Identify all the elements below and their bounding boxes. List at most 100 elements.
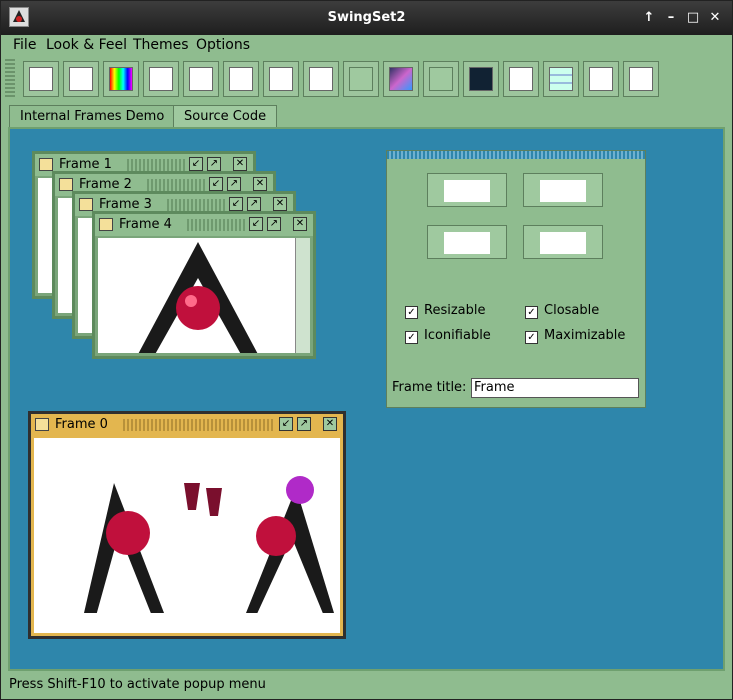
- frame-title: Frame 2: [79, 177, 132, 192]
- closable-checkbox[interactable]: ✓ Closable: [525, 303, 599, 319]
- frame-content: [98, 238, 310, 353]
- create-frame-duke-button[interactable]: [523, 173, 603, 207]
- duke-icon: [540, 180, 586, 202]
- menubar: File Look & Feel Themes Options: [1, 35, 732, 57]
- checkbox-check-icon: ✓: [525, 331, 538, 344]
- checkbox-label: Resizable: [424, 303, 486, 318]
- maximize-icon[interactable]: ↗: [247, 197, 261, 211]
- close-icon[interactable]: ✕: [253, 177, 267, 191]
- status-bar: Press Shift-F10 to activate popup menu: [1, 673, 732, 699]
- tab-internal-frames-demo[interactable]: Internal Frames Demo: [9, 105, 176, 127]
- minimize-button[interactable]: –: [663, 10, 679, 26]
- scrollpane-demo-button[interactable]: [383, 61, 419, 97]
- checkbox-check-icon: ✓: [405, 306, 418, 319]
- checkbox-check-icon: ✓: [525, 306, 538, 319]
- tab-source-code[interactable]: Source Code: [173, 105, 278, 127]
- toolbar: [1, 57, 732, 101]
- internal-frame-0[interactable]: Frame 0 ↙ ↗ ✕: [28, 411, 346, 639]
- create-frame-car-button[interactable]: [523, 225, 603, 259]
- scrollpane-icon: [389, 67, 413, 91]
- move-up-icon[interactable]: ↑: [641, 10, 657, 26]
- tree-icon: [629, 67, 653, 91]
- splitpane-demo-button[interactable]: [463, 61, 499, 97]
- close-icon[interactable]: ✕: [233, 157, 247, 171]
- resizable-checkbox[interactable]: ✓ Resizable: [405, 303, 485, 319]
- close-button[interactable]: ✕: [707, 10, 723, 26]
- html-icon: [229, 67, 253, 91]
- close-icon[interactable]: ✕: [273, 197, 287, 211]
- frame-title-label: Frame title:: [392, 380, 467, 395]
- checkbox-label: Closable: [544, 303, 600, 318]
- tree-demo-button[interactable]: [623, 61, 659, 97]
- iconify-icon[interactable]: ↙: [249, 217, 263, 231]
- toolbar-grip[interactable]: [5, 59, 15, 97]
- duke-bow-icon: [444, 232, 490, 254]
- window-title: SwingSet2: [327, 10, 406, 25]
- window-titlebar[interactable]: SwingSet2 ↑ – □ ✕: [1, 1, 732, 35]
- menu-options[interactable]: Options: [196, 37, 250, 53]
- close-icon[interactable]: ✕: [293, 217, 307, 231]
- table-demo-button[interactable]: [543, 61, 579, 97]
- filechooser-demo-button[interactable]: [183, 61, 219, 97]
- tooltip-icon: [589, 67, 613, 91]
- titlebar-grip: [187, 219, 247, 231]
- duke-toast-image: [84, 476, 334, 616]
- tooltip-demo-button[interactable]: [583, 61, 619, 97]
- titlebar-grip: [127, 159, 187, 171]
- splitpane-icon: [469, 67, 493, 91]
- list-demo-button[interactable]: [263, 61, 299, 97]
- color-chooser-demo-button[interactable]: [103, 61, 139, 97]
- internal-frame-4[interactable]: Frame 4 ↙ ↗ ✕: [92, 211, 316, 359]
- iconify-icon[interactable]: ↙: [209, 177, 223, 191]
- iconify-icon[interactable]: ↙: [279, 417, 293, 431]
- combobox-demo-button[interactable]: [143, 61, 179, 97]
- progressbar-demo-button[interactable]: [343, 61, 379, 97]
- internal-frame-demo-button[interactable]: [23, 61, 59, 97]
- progressbar-icon: [349, 67, 373, 91]
- frame-icon: [39, 158, 53, 171]
- desktop-pane[interactable]: Frame 1 ↙ ↗ ✕ Frame 2 ↙ ↗ ✕ Frame 3 ↙ ↗ …: [8, 127, 725, 671]
- iconifiable-checkbox[interactable]: ✓ Iconifiable: [405, 328, 491, 344]
- titlebar-grip: [167, 199, 227, 211]
- frame-title: Frame 1: [59, 157, 112, 172]
- panel-header-strip: [387, 151, 645, 159]
- menu-look-and-feel[interactable]: Look & Feel: [46, 37, 127, 53]
- create-frame-bow-button[interactable]: [427, 225, 507, 259]
- html-demo-button[interactable]: [223, 61, 259, 97]
- menu-file[interactable]: File: [13, 37, 36, 53]
- filechooser-icon: [189, 67, 213, 91]
- duke-toast-icon: [444, 180, 490, 202]
- internal-frame-icon: [29, 67, 53, 91]
- slider-icon: [429, 67, 453, 91]
- status-text: Press Shift-F10 to activate popup menu: [9, 677, 266, 692]
- maximizable-checkbox[interactable]: ✓ Maximizable: [525, 328, 625, 344]
- checkbox-radio-icon: [69, 67, 93, 91]
- maximize-icon[interactable]: ↗: [267, 217, 281, 231]
- frame-creation-panel: ✓ Resizable ✓ Closable ✓ Iconifiable ✓ Maxim…: [386, 150, 646, 408]
- iconify-icon[interactable]: ↙: [189, 157, 203, 171]
- maximize-icon[interactable]: ↗: [227, 177, 241, 191]
- optionpane-icon: [309, 67, 333, 91]
- duke-car-icon: [540, 232, 586, 254]
- menu-themes[interactable]: Themes: [133, 37, 189, 53]
- tabbedpane-demo-button[interactable]: [503, 61, 539, 97]
- titlebar-grip: [147, 179, 207, 191]
- vertical-scrollbar[interactable]: [295, 238, 310, 353]
- slider-demo-button[interactable]: [423, 61, 459, 97]
- create-frame-toast-button[interactable]: [427, 173, 507, 207]
- close-icon[interactable]: ✕: [323, 417, 337, 431]
- combobox-icon: [149, 67, 173, 91]
- maximize-icon[interactable]: ↗: [207, 157, 221, 171]
- optionpane-demo-button[interactable]: [303, 61, 339, 97]
- frame-icon: [79, 198, 93, 211]
- list-icon: [269, 67, 293, 91]
- frame-title-input[interactable]: Frame: [471, 378, 639, 398]
- frame-title: Frame 4: [119, 217, 172, 232]
- maximize-icon[interactable]: ↗: [297, 417, 311, 431]
- maximize-button[interactable]: □: [685, 10, 701, 26]
- frame-icon: [99, 218, 113, 231]
- iconify-icon[interactable]: ↙: [229, 197, 243, 211]
- button-demo-button[interactable]: [63, 61, 99, 97]
- frame-titlebar[interactable]: Frame 0 ↙ ↗ ✕: [31, 414, 343, 436]
- frame-titlebar[interactable]: Frame 4 ↙ ↗ ✕: [95, 214, 313, 236]
